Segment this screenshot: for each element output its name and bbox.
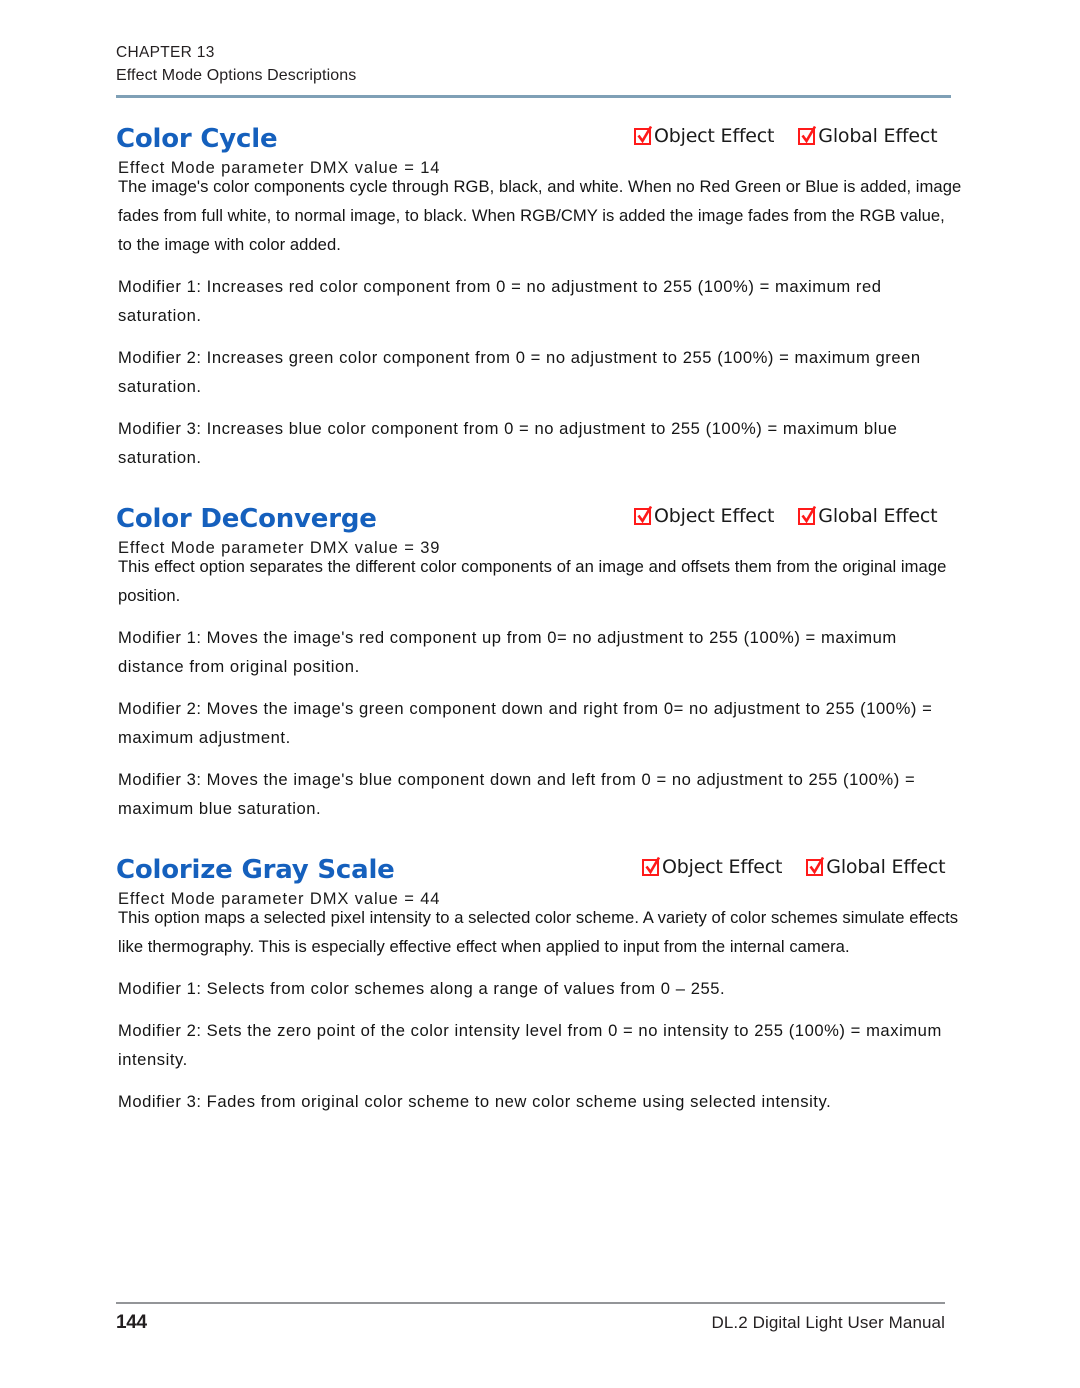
effect-scope-checkboxes: Object Effect Global Effect xyxy=(634,125,938,147)
object-effect-label: Object Effect xyxy=(654,505,775,527)
object-effect-label: Object Effect xyxy=(654,125,775,147)
page-header: CHAPTER 13 Effect Mode Options Descripti… xyxy=(116,42,952,87)
object-effect-checkbox-item[interactable]: Object Effect xyxy=(634,505,774,527)
checkbox-checked-icon[interactable] xyxy=(634,125,653,145)
section-header: Colorize Gray Scale Effect Mode paramete… xyxy=(0,843,1080,908)
page-number: 144 xyxy=(116,1312,147,1333)
page-footer: 144 DL.2 Digital Light User Manual xyxy=(116,1312,945,1334)
checkbox-checked-icon[interactable] xyxy=(798,125,817,145)
paragraph-modifier-1: Modifier 1: Moves the image's red compon… xyxy=(118,628,897,676)
paragraph-description: This option maps a selected pixel intens… xyxy=(118,908,959,956)
object-effect-checkbox-item[interactable]: Object Effect xyxy=(634,125,774,147)
section-title: Color Cycle xyxy=(116,124,278,154)
object-effect-checkbox-item[interactable]: Object Effect xyxy=(642,856,782,878)
effect-scope-checkboxes: Object Effect Global Effect xyxy=(642,856,946,878)
section-color-deconverge: Color DeConverge Effect Mode parameter D… xyxy=(0,492,1080,823)
paragraph-modifier-3: Modifier 3: Fades from original color sc… xyxy=(118,1092,832,1111)
paragraph-modifier-2: Modifier 2: Moves the image's green comp… xyxy=(118,699,933,747)
checkbox-checked-icon[interactable] xyxy=(642,856,661,876)
section-color-cycle: Color Cycle Effect Mode parameter DMX va… xyxy=(0,112,1080,472)
global-effect-label: Global Effect xyxy=(818,125,938,147)
header-divider xyxy=(116,95,951,98)
document-content: Color Cycle Effect Mode parameter DMX va… xyxy=(0,112,1080,1116)
section-body: The image's color components cycle throu… xyxy=(0,172,1080,472)
global-effect-label: Global Effect xyxy=(818,505,938,527)
section-header: Color DeConverge Effect Mode parameter D… xyxy=(0,492,1080,557)
paragraph-modifier-2: Modifier 2: Increases green color compon… xyxy=(118,348,921,396)
object-effect-label: Object Effect xyxy=(662,856,783,878)
section-title: Colorize Gray Scale xyxy=(116,855,395,885)
chapter-label: CHAPTER 13 xyxy=(116,44,215,61)
global-effect-label: Global Effect xyxy=(826,856,946,878)
footer-divider xyxy=(116,1302,945,1304)
global-effect-checkbox-item[interactable]: Global Effect xyxy=(798,505,938,527)
paragraph-modifier-3: Modifier 3: Increases blue color compone… xyxy=(118,419,898,467)
section-header: Color Cycle Effect Mode parameter DMX va… xyxy=(0,112,1080,177)
paragraph-modifier-1: Modifier 1: Selects from color schemes a… xyxy=(118,979,726,998)
checkbox-checked-icon[interactable] xyxy=(798,505,817,525)
paragraph-description: The image's color components cycle throu… xyxy=(118,177,962,254)
paragraph-description: This effect option separates the differe… xyxy=(118,557,947,605)
paragraph-modifier-3: Modifier 3: Moves the image's blue compo… xyxy=(118,770,916,818)
effect-scope-checkboxes: Object Effect Global Effect xyxy=(634,505,938,527)
section-colorize-gray-scale: Colorize Gray Scale Effect Mode paramete… xyxy=(0,843,1080,1116)
document-page: CHAPTER 13 Effect Mode Options Descripti… xyxy=(0,0,1080,1388)
paragraph-modifier-1: Modifier 1: Increases red color componen… xyxy=(118,277,882,325)
manual-title: DL.2 Digital Light User Manual xyxy=(711,1313,945,1332)
section-title: Color DeConverge xyxy=(116,504,377,534)
paragraph-modifier-2: Modifier 2: Sets the zero point of the c… xyxy=(118,1021,942,1069)
global-effect-checkbox-item[interactable]: Global Effect xyxy=(806,856,946,878)
section-body: This option maps a selected pixel intens… xyxy=(0,903,1080,1116)
checkbox-checked-icon[interactable] xyxy=(634,505,653,525)
global-effect-checkbox-item[interactable]: Global Effect xyxy=(798,125,938,147)
header-subtitle: Effect Mode Options Descriptions xyxy=(116,67,357,84)
checkbox-checked-icon[interactable] xyxy=(806,856,825,876)
section-body: This effect option separates the differe… xyxy=(0,552,1080,823)
